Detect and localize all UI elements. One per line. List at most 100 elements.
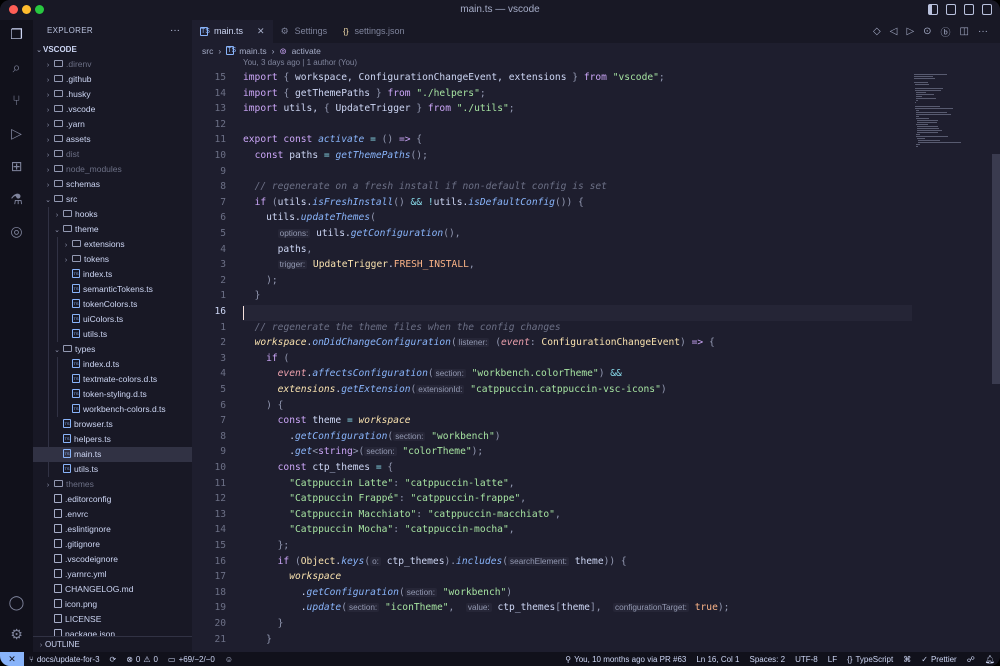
go-forward-icon[interactable]: ▷ (906, 26, 914, 37)
code-line[interactable]: utils.updateThemes( (243, 212, 376, 223)
tree-file[interactable]: CHANGELOG.md (33, 582, 192, 597)
tree-file[interactable]: TS helpers.ts (33, 432, 192, 447)
line-number[interactable]: 12 (192, 119, 226, 130)
code-line[interactable]: ) { (243, 400, 283, 411)
tree-file[interactable]: TS uiColors.ts (33, 312, 192, 327)
tree-file[interactable]: .eslintignore (33, 522, 192, 537)
line-number[interactable]: 10 (192, 150, 226, 161)
editor-scrollbar[interactable] (992, 54, 1000, 652)
line-number[interactable]: 9 (192, 166, 226, 177)
tree-file[interactable]: .vscodeignore (33, 552, 192, 567)
tree-folder[interactable]: › node_modules (33, 162, 192, 177)
git-changes-indicator[interactable]: ▭ +69/−2/−0 (163, 655, 220, 664)
code-line[interactable]: const paths = getThemePaths(); (243, 150, 428, 161)
code-line[interactable]: } (243, 634, 272, 645)
line-number[interactable]: 2 (192, 275, 226, 286)
line-number[interactable]: 6 (192, 212, 226, 223)
testing-icon[interactable]: ⚗ (8, 191, 25, 208)
code-line[interactable]: event.affectsConfiguration(section: "wor… (243, 368, 622, 379)
code-line[interactable]: } (243, 618, 284, 629)
code-line[interactable]: ); (243, 275, 278, 286)
account-icon[interactable]: ◯ (8, 594, 25, 611)
tree-file[interactable]: TS browser.ts (33, 417, 192, 432)
breadcrumb-symbol[interactable]: activate (292, 44, 321, 58)
code-line[interactable]: trigger: UpdateTrigger.FRESH_INSTALL, (243, 259, 475, 270)
blame-indicator[interactable]: ⚲ You, 10 months ago via PR #63 (560, 655, 691, 664)
line-number[interactable]: 7 (192, 197, 226, 208)
code-line[interactable]: options: utils.getConfiguration(), (243, 228, 461, 239)
run-debug-icon[interactable]: ▷ (8, 125, 25, 142)
minimap[interactable] (912, 54, 992, 652)
toggle-secondary-sidebar-icon[interactable] (964, 4, 974, 15)
tree-file[interactable]: TS semanticTokens.ts (33, 282, 192, 297)
line-number[interactable]: 17 (192, 571, 226, 582)
prettier-indicator[interactable]: ✓ Prettier (916, 655, 962, 664)
tree-file[interactable]: TS utils.ts (33, 327, 192, 342)
tab-main-ts[interactable]: TS main.ts ✕ (192, 20, 273, 43)
tree-file[interactable]: TS index.d.ts (33, 357, 192, 372)
tree-file[interactable]: .envrc (33, 507, 192, 522)
line-number[interactable]: 16 (192, 306, 226, 317)
line-number[interactable]: 18 (192, 587, 226, 598)
line-number[interactable]: 7 (192, 415, 226, 426)
tree-file[interactable]: LICENSE (33, 612, 192, 627)
tree-folder[interactable]: ⌄ theme (33, 222, 192, 237)
tree-file[interactable]: icon.png (33, 597, 192, 612)
line-number[interactable]: 1 (192, 290, 226, 301)
line-number[interactable]: 19 (192, 602, 226, 613)
code-line[interactable]: // regenerate the theme files when the c… (243, 322, 561, 333)
tree-file[interactable]: TS main.ts (33, 447, 192, 462)
codelens-blame[interactable]: You, 3 days ago | 1 author (You) (243, 58, 357, 67)
code-line[interactable]: extensions.getExtension(extensionId: "ca… (243, 384, 667, 395)
blame-icon[interactable]: ⓑ (941, 24, 951, 39)
code-line[interactable]: const theme = workspace (243, 415, 411, 426)
line-number[interactable]: 11 (192, 478, 226, 489)
code-line[interactable]: // regenerate on a fresh install if non-… (243, 181, 607, 192)
toggle-sidebar-icon[interactable] (928, 4, 938, 15)
customize-layout-icon[interactable] (982, 4, 992, 15)
line-number[interactable]: 1 (192, 322, 226, 333)
tree-file[interactable]: TS tokenColors.ts (33, 297, 192, 312)
outline-section[interactable]: › OUTLINE (33, 636, 192, 652)
compare-icon[interactable]: ◇ (873, 26, 881, 37)
code-line[interactable]: workspace (243, 571, 341, 582)
code-line[interactable]: "Catppuccin Macchiato": "catppuccin-macc… (243, 509, 561, 520)
code-line[interactable]: const ctp_themes = { (243, 462, 394, 473)
files-icon[interactable]: ❐ (8, 26, 25, 43)
tree-file[interactable]: .editorconfig (33, 492, 192, 507)
tree-folder[interactable]: › schemas (33, 177, 192, 192)
line-number[interactable]: 14 (192, 88, 226, 99)
line-number[interactable]: 13 (192, 509, 226, 520)
tree-folder[interactable]: › themes (33, 477, 192, 492)
sync-icon[interactable]: ⟳ (105, 655, 122, 664)
tree-folder[interactable]: › .github (33, 72, 192, 87)
cursor-position[interactable]: Ln 16, Col 1 (691, 655, 744, 664)
code-line[interactable]: .getConfiguration(section: "workbench") (243, 587, 512, 598)
line-number[interactable]: 12 (192, 493, 226, 504)
code-line[interactable]: .get<string>(section: "colorTheme"); (243, 446, 483, 457)
end-of-line[interactable]: LF (823, 655, 842, 664)
line-number[interactable]: 5 (192, 228, 226, 239)
code-line[interactable]: .update(section: "iconTheme", value: ctp… (243, 602, 730, 613)
branch-indicator[interactable]: ⑂ docs/update-for-3 (24, 655, 105, 664)
scrollbar-thumb[interactable] (992, 154, 1000, 384)
tree-folder[interactable]: › assets (33, 132, 192, 147)
line-number[interactable]: 3 (192, 259, 226, 270)
toggle-panel-icon[interactable] (946, 4, 956, 15)
notifications-icon[interactable]: 🔔︎ (980, 655, 1000, 664)
code-line[interactable]: "Catppuccin Latte": "catppuccin-latte", (243, 478, 514, 489)
code-line[interactable]: export const activate = () => { (243, 134, 422, 145)
source-control-icon[interactable]: ⑂ (8, 92, 25, 109)
line-number[interactable]: 15 (192, 540, 226, 551)
close-tab-icon[interactable]: ✕ (257, 20, 265, 43)
code-line[interactable]: if ( (243, 353, 289, 364)
line-number[interactable]: 8 (192, 431, 226, 442)
tree-file[interactable]: TS token-styling.d.ts (33, 387, 192, 402)
tree-file[interactable]: TS workbench-colors.d.ts (33, 402, 192, 417)
code-line[interactable]: paths, (243, 244, 313, 255)
go-back-icon[interactable]: ◁ (890, 26, 898, 37)
line-number[interactable]: 6 (192, 400, 226, 411)
line-number[interactable]: 20 (192, 618, 226, 629)
line-number[interactable]: 4 (192, 368, 226, 379)
tree-file[interactable]: TS utils.ts (33, 462, 192, 477)
